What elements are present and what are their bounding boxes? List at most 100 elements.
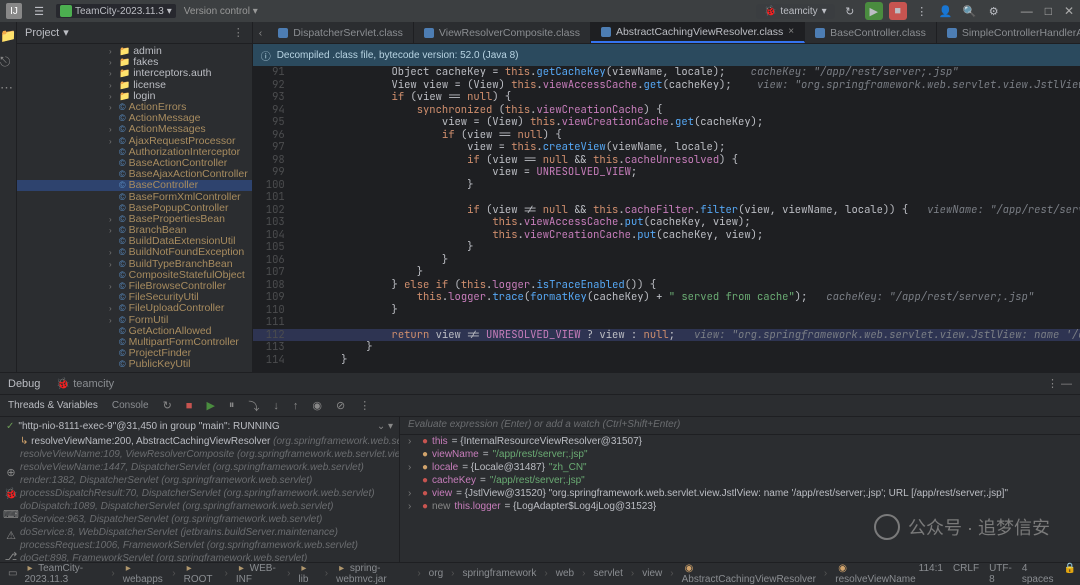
breadcrumb-item[interactable]: servlet [590, 568, 625, 579]
pause-icon[interactable]: ⏸ [229, 399, 235, 412]
stop-button[interactable]: ■ [889, 2, 907, 20]
code-line[interactable]: 99 view = UNRESOLVED_VIEW; [253, 166, 1080, 179]
stack-frame[interactable]: ↳ resolveViewName:200, AbstractCachingVi… [0, 435, 399, 448]
more-debug-icon[interactable]: ⋮ [359, 399, 370, 412]
run-config[interactable]: 🐞 teamcity ▾ [756, 4, 835, 19]
hamburger-icon[interactable]: ☰ [30, 2, 48, 20]
close-tab-icon[interactable]: × [788, 26, 794, 37]
breadcrumb-item[interactable]: ◉ AbstractCachingViewResolver [679, 563, 819, 585]
collapse-icon[interactable]: ⋮ [233, 26, 244, 39]
code-line[interactable]: 100 } [253, 179, 1080, 192]
project-selector[interactable]: TeamCity-2023.11.3 ▾ [56, 4, 176, 18]
close-button[interactable]: ✕ [1064, 4, 1074, 18]
resume-button[interactable]: ▶ [865, 2, 883, 20]
debug-tool-icon[interactable]: 🐞 [4, 487, 18, 500]
variable-row[interactable]: ›●new this.logger = {LogAdapter$Log4jLog… [400, 500, 1080, 513]
variable-row[interactable]: ›●view = {JstlView@31520} "org.springfra… [400, 487, 1080, 500]
code-line[interactable]: 113 } [253, 341, 1080, 354]
debug-tab[interactable]: Debug [8, 378, 40, 390]
caret-position[interactable]: 114:1 [919, 563, 943, 585]
breadcrumb[interactable]: ▸ TeamCity-2023.11.3›▸ webapps›▸ ROOT›▸ … [21, 563, 918, 585]
stack-frame[interactable]: doService:963, DispatcherServlet (org.sp… [0, 513, 399, 526]
project-panel-header[interactable]: Project ▾ ⋮ [17, 22, 252, 44]
breadcrumb-item[interactable]: springframework [459, 568, 539, 579]
resume-icon[interactable]: ▶ [206, 399, 214, 412]
code-line[interactable]: 110 } [253, 304, 1080, 317]
line-separator[interactable]: CRLF [953, 563, 979, 585]
tree-item[interactable]: ›©BuildNotFoundException [17, 247, 252, 258]
breadcrumb-item[interactable]: ▸ TeamCity-2023.11.3 [21, 563, 106, 585]
tree-item[interactable]: ©BaseFormXmlController [17, 191, 252, 202]
breadcrumb-item[interactable]: ▸ WEB-INF [233, 563, 282, 585]
stack-frame[interactable]: doService:8, WebDispatcherServlet (jetbr… [0, 526, 399, 539]
git-icon[interactable]: ⎇ [5, 550, 18, 563]
breadcrumb-item[interactable]: ▸ webapps [120, 563, 168, 585]
breadcrumb-item[interactable]: ◉ resolveViewName [832, 563, 918, 585]
breadcrumb-item[interactable]: ▸ lib [295, 563, 319, 585]
breadcrumb-item[interactable]: ▸ ROOT [181, 563, 220, 585]
code-line[interactable]: 103 this.viewAccessCache.put(cacheKey, v… [253, 216, 1080, 229]
tree-item[interactable]: ›©AjaxRequestProcessor [17, 136, 252, 147]
code-line[interactable]: 107 } [253, 266, 1080, 279]
terminal-icon[interactable]: ⌨ [3, 508, 19, 521]
stack-frame[interactable]: render:1382, DispatcherServlet (org.spri… [0, 474, 399, 487]
tree-item[interactable]: ›©FileUploadController [17, 303, 252, 314]
console-tab[interactable]: Console [112, 400, 149, 411]
structure-tool-icon[interactable]: ⎋ [0, 54, 16, 70]
file-encoding[interactable]: UTF-8 [989, 563, 1012, 585]
debug-options-icon[interactable]: ⋮ — [1047, 377, 1072, 390]
variable-row[interactable]: ●viewName = "/app/rest/server;.jsp" [400, 448, 1080, 461]
minimize-button[interactable]: — [1021, 4, 1033, 18]
threads-variables-tab[interactable]: Threads & Variables [8, 400, 98, 411]
version-control-menu[interactable]: Version control ▾ [184, 6, 258, 17]
filter-icon[interactable]: ⌄ ▾ [377, 421, 393, 432]
step-over-icon[interactable]: ⤵ [248, 398, 259, 414]
breadcrumb-item[interactable]: web [553, 568, 577, 579]
readonly-icon[interactable]: 🔒 [1064, 563, 1076, 585]
variable-row[interactable]: ›●this = {InternalResourceViewResolver@3… [400, 435, 1080, 448]
code-area[interactable]: 91 Object cacheKey = this.getCacheKey(vi… [253, 66, 1080, 372]
stack-frame[interactable]: resolveViewName:1447, DispatcherServlet … [0, 461, 399, 474]
stop-icon[interactable]: ■ [186, 400, 193, 412]
settings-icon[interactable]: ⚙ [985, 2, 1003, 20]
project-tree[interactable]: ›📁admin›📁fakes›📁interceptors.auth›📁licen… [17, 44, 252, 372]
editor-tab[interactable]: BaseController.class [805, 22, 937, 43]
more-icon[interactable]: ⋮ [913, 2, 931, 20]
editor-tab[interactable]: DispatcherServlet.class [268, 22, 414, 43]
code-line[interactable]: 105 } [253, 241, 1080, 254]
services-icon[interactable]: ⊕ [6, 466, 15, 479]
tree-item[interactable]: ›©FormUtil [17, 315, 252, 326]
search-icon[interactable]: 🔍 [961, 2, 979, 20]
rerun-button[interactable]: ↻ [841, 2, 859, 20]
view-breakpoints-icon[interactable]: ◉ [312, 399, 322, 412]
code-line[interactable]: 112 return view != UNRESOLVED_VIEW ? vie… [253, 329, 1080, 342]
run-tab[interactable]: 🐞 teamcity [56, 377, 114, 390]
breadcrumb-item[interactable]: view [639, 568, 665, 579]
code-line[interactable]: 93 if (view == null) { [253, 91, 1080, 104]
stack-frame[interactable]: processRequest:1006, FrameworkServlet (o… [0, 539, 399, 552]
indent-config[interactable]: 4 spaces [1022, 563, 1054, 585]
step-into-icon[interactable]: ↓ [273, 400, 279, 412]
stack-frame[interactable]: doDispatch:1089, DispatcherServlet (org.… [0, 500, 399, 513]
tree-item[interactable]: ›©ActionMessages [17, 124, 252, 135]
tab-nav-left[interactable]: ‹ [253, 22, 269, 43]
app-logo[interactable]: IJ [6, 3, 22, 19]
editor-tab[interactable]: AbstractCachingViewResolver.class× [591, 22, 805, 43]
bookmarks-tool-icon[interactable]: ⋯ [0, 80, 16, 96]
thread-header[interactable]: ✓ "http-nio-8111-exec-9"@31,450 in group… [0, 417, 399, 435]
evaluate-input[interactable]: Evaluate expression (Enter) or add a wat… [400, 417, 1080, 435]
project-tool-icon[interactable]: 📁 [0, 28, 16, 44]
problems-icon[interactable]: ⚠ [6, 529, 16, 542]
tree-item[interactable]: ›📁interceptors.auth [17, 68, 252, 79]
tools-icon[interactable]: ▭ [4, 568, 21, 579]
stack-frame[interactable]: resolveViewName:109, ViewResolverComposi… [0, 448, 399, 461]
code-line[interactable]: 109 this.logger.trace(formatKey(cacheKey… [253, 291, 1080, 304]
variable-row[interactable]: ●cacheKey = "/app/rest/server;.jsp" [400, 474, 1080, 487]
editor-tab[interactable]: ViewResolverComposite.class [414, 22, 591, 43]
variable-row[interactable]: ›●locale = {Locale@31487} "zh_CN" [400, 461, 1080, 474]
mute-breakpoints-icon[interactable]: ⊘ [336, 399, 345, 412]
rerun-icon[interactable]: ↻ [163, 399, 172, 412]
maximize-button[interactable]: □ [1045, 4, 1052, 18]
tree-item[interactable]: ©BaseController [17, 180, 252, 191]
editor-tab[interactable]: SimpleControllerHandlerAdapt [937, 22, 1080, 43]
